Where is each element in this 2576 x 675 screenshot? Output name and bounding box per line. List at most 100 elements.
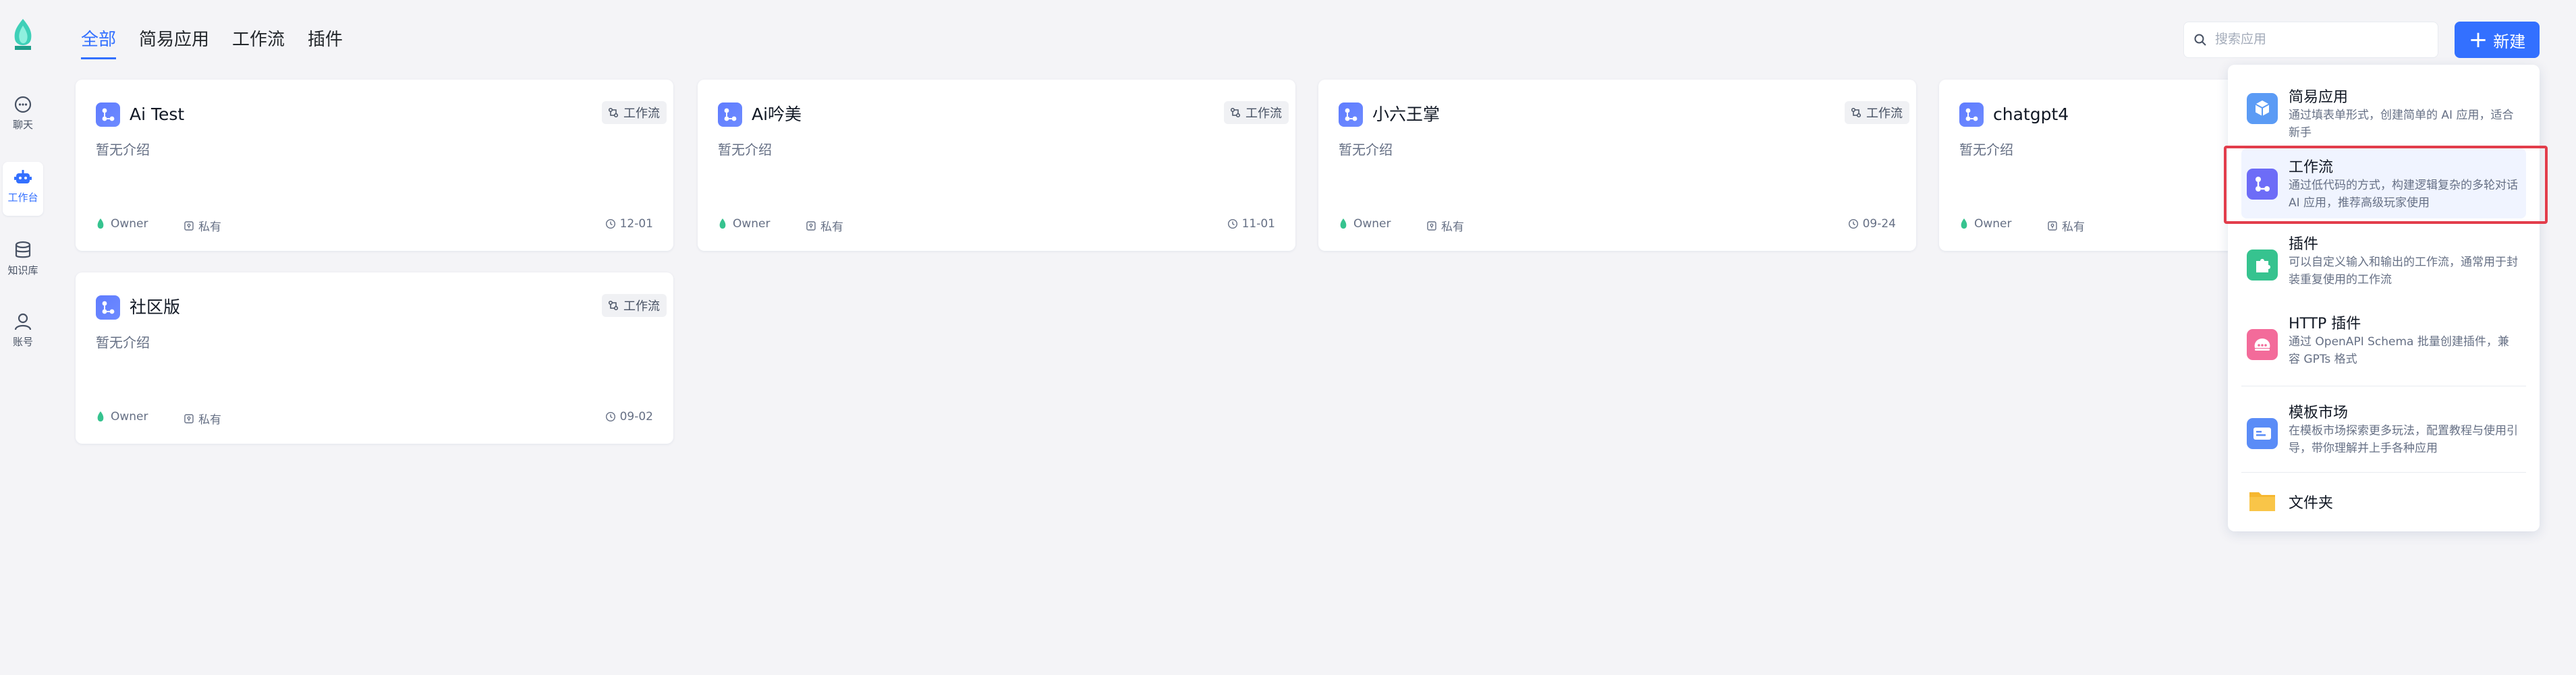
owner-label: Owner <box>111 217 148 231</box>
workflow-app-icon <box>718 102 742 127</box>
cube-icon <box>2247 93 2278 124</box>
owner-info: Owner <box>96 410 148 423</box>
workflow-app-icon <box>96 102 120 127</box>
avatar-icon <box>719 218 726 229</box>
app-title: 社区版 <box>130 297 181 317</box>
type-tag-label: 工作流 <box>1866 107 1903 121</box>
robot-icon <box>14 170 32 183</box>
menu-item-desc: 通过 OpenAPI Schema 批量创建插件，兼容 GPTs 格式 <box>2289 335 2509 366</box>
app-description: 暂无介绍 <box>1959 142 2013 158</box>
puzzle-icon <box>2247 250 2278 281</box>
search-input[interactable] <box>2214 32 2432 48</box>
user-icon <box>14 313 32 330</box>
search-box <box>2183 22 2438 58</box>
rail-item-account[interactable]: 账号 <box>3 312 43 349</box>
app-card[interactable]: 社区版 工作流暂无介绍 Owner 私有 09-02 <box>76 272 673 444</box>
menu-item-title: 插件 <box>2289 236 2319 253</box>
new-button-label: 新建 <box>2493 32 2526 51</box>
create-menu: 简易应用 通过填表单形式，创建简单的 AI 应用，适合新手 工作流 通过低代码的… <box>2228 65 2540 531</box>
privacy-info: 私有 <box>184 217 221 234</box>
lock-icon <box>1427 221 1436 231</box>
avatar-icon <box>1961 218 1967 229</box>
plus-icon: + <box>2468 26 2488 53</box>
owner-info: Owner <box>1959 217 2012 231</box>
privacy-label: 私有 <box>2062 221 2085 234</box>
http-icon <box>2247 329 2278 360</box>
clock-icon <box>1227 218 1237 229</box>
new-button[interactable]: + 新建 <box>2455 22 2540 58</box>
menu-item-desc: 可以自定义输入和输出的工作流，通常用于封装重复使用的工作流 <box>2289 256 2518 287</box>
date-label: 11-01 <box>1241 217 1275 231</box>
search-icon <box>2194 34 2206 46</box>
owner-label: Owner <box>1974 217 2012 231</box>
workflow-icon <box>1851 107 1861 118</box>
app-description: 暂无介绍 <box>1339 142 1393 158</box>
owner-info: Owner <box>718 217 771 231</box>
chat-icon <box>14 96 32 113</box>
app-title: chatgpt4 <box>1993 105 2069 124</box>
rail-item-knowledge[interactable]: 知识库 <box>3 240 43 277</box>
app-logo-icon[interactable] <box>8 16 38 54</box>
workflow-app-icon <box>96 295 120 320</box>
lock-icon <box>184 413 194 423</box>
workflow-app-icon <box>1959 102 1984 127</box>
type-tag: 工作流 <box>602 294 667 317</box>
privacy-info: 私有 <box>2047 217 2085 234</box>
menu-item-http-plugin[interactable]: HTTP 插件 通过 OpenAPI Schema 批量创建插件，兼容 GPTs… <box>2241 302 2526 376</box>
app-card[interactable]: Ai吟美 工作流暂无介绍 Owner 私有 11-01 <box>698 80 1295 251</box>
privacy-label: 私有 <box>198 413 221 427</box>
menu-item-template-market[interactable]: 模板市场 在模板市场探索更多玩法，配置教程与使用引导，带你理解并上手各种应用 <box>2241 392 2526 467</box>
lock-icon <box>184 221 194 231</box>
tab-workflow[interactable]: 工作流 <box>232 26 285 59</box>
avatar-icon <box>1340 218 1347 229</box>
menu-item-desc: 在模板市场探索更多玩法，配置教程与使用引导，带你理解并上手各种应用 <box>2289 424 2518 455</box>
menu-divider <box>2241 472 2526 473</box>
highlight-box <box>2224 146 2548 224</box>
type-tag: 工作流 <box>1845 101 1909 124</box>
rail-label: 账号 <box>12 336 33 348</box>
rail-item-workbench[interactable]: 工作台 <box>3 162 43 216</box>
privacy-info: 私有 <box>1426 217 1464 234</box>
folder-icon <box>2247 486 2278 517</box>
updated-date: 12-01 <box>605 217 653 231</box>
app-title: Ai吟美 <box>752 105 802 124</box>
type-tag: 工作流 <box>1224 101 1289 124</box>
tab-plugin[interactable]: 插件 <box>308 26 343 59</box>
clock-icon <box>1848 218 1858 229</box>
menu-item-title: HTTP 插件 <box>2289 316 2361 332</box>
menu-item-title: 模板市场 <box>2289 405 2349 421</box>
app-title: 小六王掌 <box>1372 105 1440 124</box>
menu-item-simple-app[interactable]: 简易应用 通过填表单形式，创建简单的 AI 应用，适合新手 <box>2241 71 2526 142</box>
updated-date: 09-24 <box>1848 217 1896 231</box>
tab-simple-app[interactable]: 简易应用 <box>139 26 209 59</box>
menu-item-plugin[interactable]: 插件 可以自定义输入和输出的工作流，通常用于封装重复使用的工作流 <box>2241 225 2526 299</box>
app-description: 暂无介绍 <box>718 142 772 158</box>
privacy-label: 私有 <box>820 221 843 234</box>
date-label: 09-02 <box>619 410 653 423</box>
app-card[interactable]: Ai Test 工作流 暂无介绍 Owner 私有 12-01 <box>76 80 673 251</box>
date-label: 09-24 <box>1862 217 1896 231</box>
privacy-label: 私有 <box>1441 221 1464 234</box>
tab-all[interactable]: 全部 <box>81 26 117 59</box>
rail-label: 知识库 <box>7 264 38 276</box>
updated-date: 11-01 <box>1227 217 1275 231</box>
menu-item-desc: 通过填表单形式，创建简单的 AI 应用，适合新手 <box>2289 109 2514 140</box>
app-card[interactable]: 小六王掌 工作流 暂无介绍 Owner 私有 09-24 <box>1318 80 1916 251</box>
rail-item-chat[interactable]: 聊天 <box>3 94 43 131</box>
privacy-info: 私有 <box>806 217 843 234</box>
rail-label: 聊天 <box>12 119 33 131</box>
clock-icon <box>605 218 615 229</box>
date-label: 12-01 <box>619 217 653 231</box>
lock-icon <box>2048 221 2057 231</box>
app-description: 暂无介绍 <box>96 142 150 158</box>
type-tag: 工作流 <box>602 101 667 124</box>
type-tag-label: 工作流 <box>1245 107 1282 121</box>
lock-icon <box>806 221 816 231</box>
template-icon <box>2247 418 2278 449</box>
workflow-icon <box>1230 107 1241 118</box>
menu-item-folder[interactable]: 文件夹 <box>2241 477 2526 525</box>
workflow-icon <box>608 300 619 311</box>
app-description: 暂无介绍 <box>96 334 150 351</box>
workflow-icon <box>608 107 619 118</box>
owner-label: Owner <box>733 217 771 231</box>
